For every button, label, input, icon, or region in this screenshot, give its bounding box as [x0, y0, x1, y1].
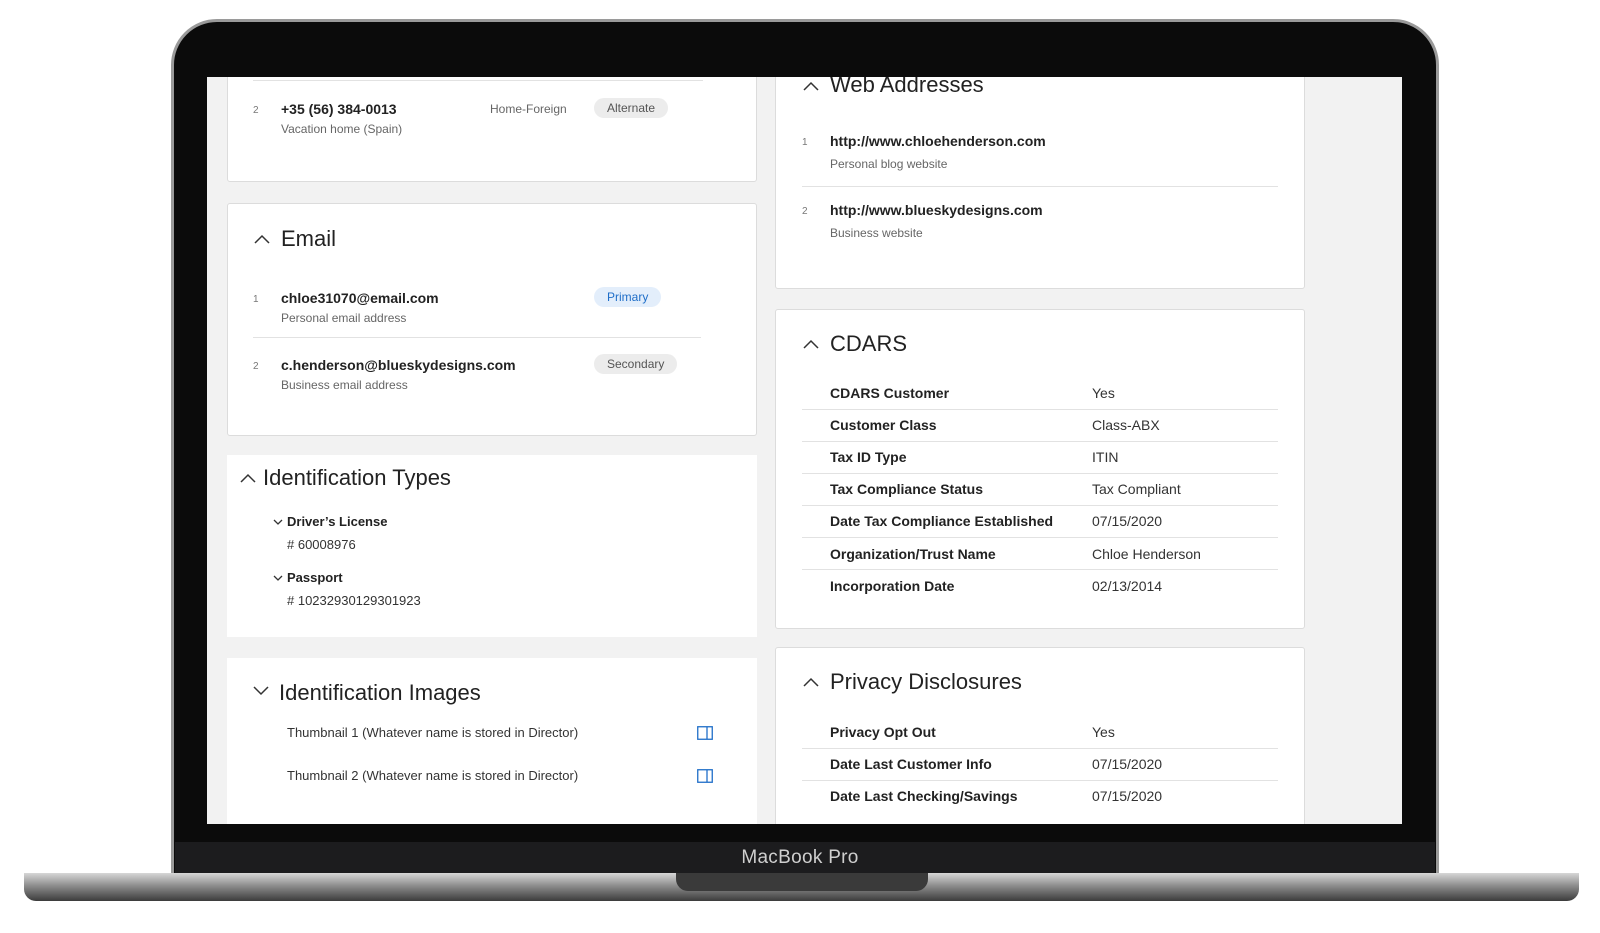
cdars-row-label: Date Tax Compliance Established [830, 513, 1054, 529]
id-type-label[interactable]: Passport [287, 570, 343, 585]
web-addresses-card: Web Addresses 1 http://www.chloehenderso… [775, 77, 1305, 289]
chevron-down-icon[interactable] [273, 575, 286, 588]
app-screen: 2 +35 (56) 384-0013 Vacation home (Spain… [207, 77, 1402, 824]
email-address[interactable]: chloe31070@email.com [281, 290, 439, 306]
email-description: Personal email address [281, 311, 407, 325]
cdars-row-label: Tax ID Type [830, 449, 907, 465]
privacy-title: Privacy Disclosures [830, 669, 1022, 694]
id-type-label[interactable]: Driver’s License [287, 514, 387, 529]
chevron-up-icon[interactable] [803, 81, 819, 94]
web-addresses-title: Web Addresses [830, 77, 984, 97]
chevron-up-icon[interactable] [803, 677, 819, 690]
privacy-row-value: 07/15/2020 [1092, 756, 1163, 772]
cdars-row-value: 07/15/2020 [1092, 513, 1163, 529]
email-section-title: Email [281, 226, 337, 251]
cdars-card: CDARS CDARS Customer Yes Customer Class … [775, 309, 1305, 629]
chevron-down-icon[interactable] [273, 519, 286, 532]
email-primary-badge: Primary [594, 287, 662, 307]
privacy-row-label: Date Last Checking/Savings [830, 788, 1018, 804]
privacy-row-value: 07/15/2020 [1092, 788, 1163, 804]
identification-types-title: Identification Types [263, 465, 451, 490]
cdars-row-divider [802, 505, 1278, 506]
phone-status-badge: Alternate [594, 98, 669, 118]
web-url[interactable]: http://www.chloehenderson.com [830, 133, 1046, 149]
web-url[interactable]: http://www.blueskydesigns.com [830, 202, 1043, 218]
cdars-row-label: Organization/Trust Name [830, 546, 996, 562]
cdars-row-divider [802, 569, 1278, 570]
email-divider [253, 337, 701, 338]
privacy-row-divider [802, 748, 1278, 749]
cdars-row-label: CDARS Customer [830, 385, 950, 401]
phone-top-divider [253, 80, 703, 81]
privacy-row-label: Date Last Customer Info [830, 756, 992, 772]
privacy-row-value: Yes [1092, 724, 1115, 740]
thumbnail-label[interactable]: Thumbnail 2 (Whatever name is stored in … [287, 768, 578, 783]
privacy-row-label: Privacy Opt Out [830, 724, 936, 740]
phone-index: 2 [253, 105, 259, 116]
cdars-row-value: ITIN [1092, 449, 1119, 465]
cdars-title: CDARS [830, 331, 908, 356]
cdars-row-value: Yes [1092, 385, 1115, 401]
cdars-row-value: Chloe Henderson [1092, 546, 1201, 562]
cdars-row-divider [802, 473, 1278, 474]
cdars-row-value: Tax Compliant [1092, 481, 1181, 497]
web-divider [802, 186, 1278, 187]
email-index: 2 [253, 361, 259, 372]
identification-types-card: Identification Types Driver’s License # … [227, 455, 757, 637]
email-address[interactable]: c.henderson@blueskydesigns.com [281, 357, 516, 373]
preview-panel-icon[interactable] [697, 726, 713, 740]
web-description: Business website [830, 226, 923, 240]
phone-card: 2 +35 (56) 384-0013 Vacation home (Spain… [227, 77, 757, 182]
laptop-brand-label: MacBook Pro [741, 847, 859, 868]
privacy-row-divider [802, 780, 1278, 781]
cdars-row-divider [802, 537, 1278, 538]
phone-number[interactable]: +35 (56) 384-0013 [281, 101, 397, 117]
cdars-row-value: Class-ABX [1092, 417, 1160, 433]
privacy-disclosures-card: Privacy Disclosures Privacy Opt Out Yes … [775, 647, 1305, 824]
cdars-row-label: Tax Compliance Status [830, 481, 984, 497]
id-type-number: # 60008976 [287, 537, 356, 552]
phone-description: Vacation home (Spain) [281, 122, 403, 136]
chevron-up-icon[interactable] [254, 234, 270, 247]
cdars-row-divider [802, 409, 1278, 410]
laptop-notch [676, 873, 928, 891]
email-description: Business email address [281, 378, 408, 392]
chevron-up-icon[interactable] [803, 339, 819, 352]
cdars-row-divider [802, 441, 1278, 442]
cdars-row-value: 02/13/2014 [1092, 578, 1163, 594]
chevron-down-icon[interactable] [253, 686, 269, 699]
preview-panel-icon[interactable] [697, 769, 713, 783]
web-index: 1 [802, 137, 808, 148]
cdars-row-label: Incorporation Date [830, 578, 955, 594]
chevron-up-icon[interactable] [240, 473, 256, 486]
identification-images-title: Identification Images [279, 680, 481, 705]
web-description: Personal blog website [830, 157, 948, 171]
identification-images-card: Identification Images Thumbnail 1 (Whate… [227, 658, 757, 824]
id-type-number: # 10232930129301923 [287, 593, 421, 608]
phone-type: Home-Foreign [490, 102, 567, 116]
thumbnail-label[interactable]: Thumbnail 1 (Whatever name is stored in … [287, 725, 578, 740]
email-index: 1 [253, 294, 259, 305]
email-card: Email 1 chloe31070@email.com Personal em… [227, 203, 757, 436]
web-index: 2 [802, 206, 808, 217]
email-secondary-badge: Secondary [594, 354, 678, 374]
cdars-row-label: Customer Class [830, 417, 937, 433]
